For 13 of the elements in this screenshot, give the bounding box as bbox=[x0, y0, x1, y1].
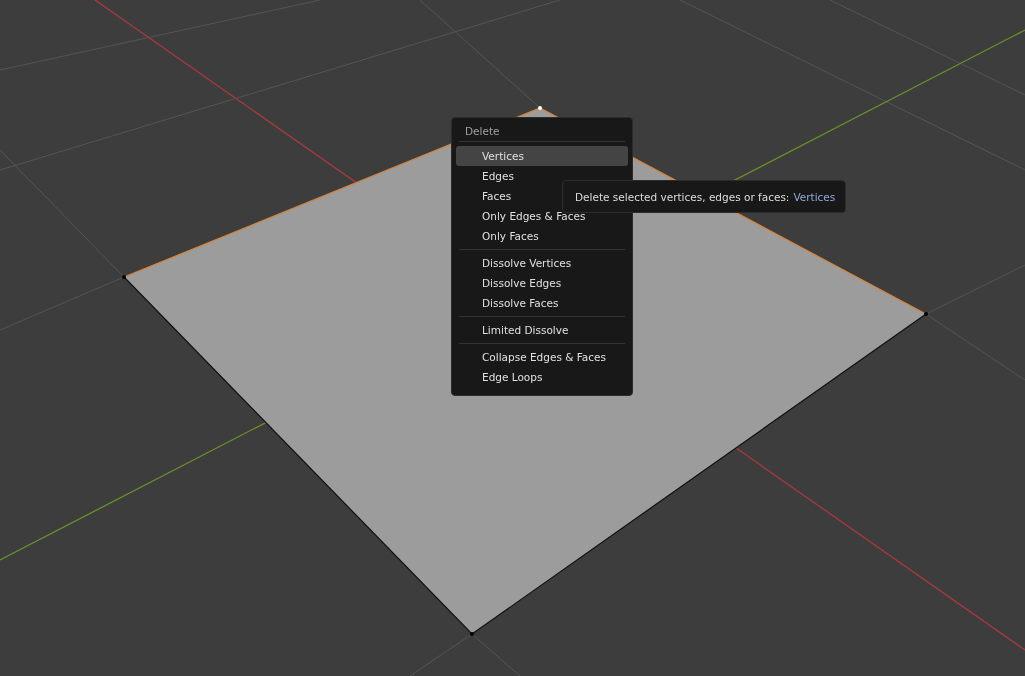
menu-item[interactable]: Limited Dissolve bbox=[456, 320, 628, 340]
tooltip-text: Delete selected vertices, edges or faces: bbox=[575, 190, 790, 203]
menu-item[interactable]: Collapse Edges & Faces bbox=[456, 347, 628, 367]
menu-item[interactable]: Edges bbox=[456, 166, 628, 186]
menu-item[interactable]: Edge Loops bbox=[456, 367, 628, 387]
menu-item[interactable]: Dissolve Vertices bbox=[456, 253, 628, 273]
menu-item[interactable]: Only Edges & Faces bbox=[456, 206, 628, 226]
menu-item[interactable]: Only Faces bbox=[456, 226, 628, 246]
menu-item[interactable]: Dissolve Edges bbox=[456, 273, 628, 293]
menu-item[interactable]: Dissolve Faces bbox=[456, 293, 628, 313]
menu-item[interactable]: Vertices bbox=[456, 146, 628, 166]
menu-title: Delete bbox=[459, 122, 625, 142]
tooltip-value: Vertices bbox=[793, 190, 836, 203]
